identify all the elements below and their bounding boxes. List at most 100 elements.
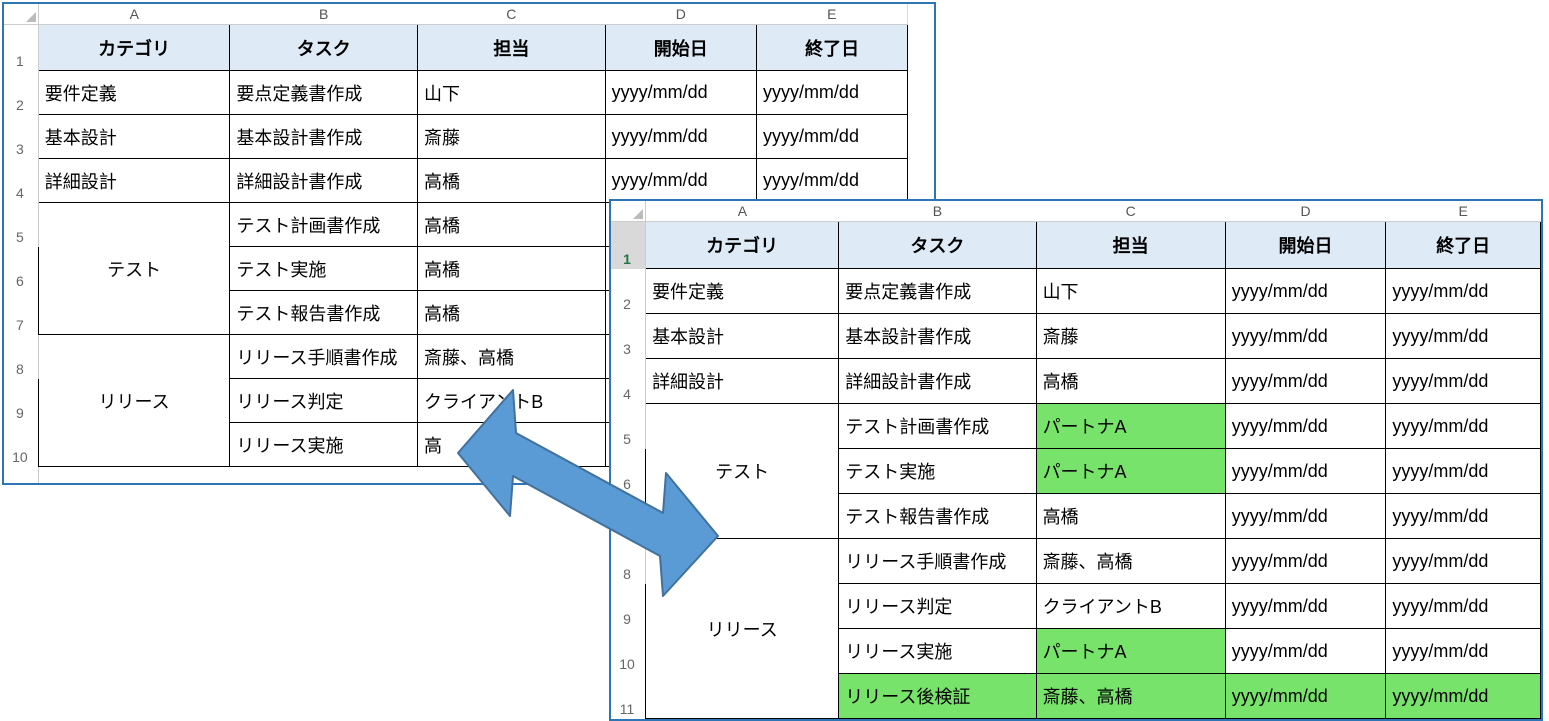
cell-assignee[interactable]: 山下 <box>1036 269 1225 314</box>
cell-task[interactable]: テスト計画書作成 <box>839 404 1036 449</box>
cell-end[interactable]: yyyy/mm/dd <box>1386 584 1541 629</box>
cell-task[interactable]: リリース実施 <box>839 629 1036 674</box>
cell-task[interactable]: テスト計画書作成 <box>230 203 418 247</box>
cell-assignee[interactable]: クライアントB <box>1036 584 1225 629</box>
header-start[interactable]: 開始日 <box>605 25 756 71</box>
cell-end[interactable]: yyyy/mm/dd <box>1386 404 1541 449</box>
cell-assignee[interactable]: パートナA <box>1036 404 1225 449</box>
col-header-C[interactable]: C <box>1036 201 1225 222</box>
row-header[interactable]: 4 <box>4 159 38 203</box>
cell-end[interactable]: yyyy/mm/dd <box>756 115 907 159</box>
cell-assignee[interactable]: 山下 <box>418 71 606 115</box>
row-header[interactable]: 10 <box>4 423 38 467</box>
select-all-corner[interactable] <box>611 201 646 222</box>
cell-assignee[interactable]: 高橋 <box>418 291 606 335</box>
cell-end[interactable]: yyyy/mm/dd <box>1386 359 1541 404</box>
row-header[interactable]: 10 <box>611 629 646 674</box>
col-header-C[interactable]: C <box>418 4 606 25</box>
row-header[interactable]: 7 <box>4 291 38 335</box>
cell-start[interactable]: yyyy/mm/dd <box>1225 404 1386 449</box>
col-header-D[interactable]: D <box>1225 201 1386 222</box>
cell-end[interactable]: yyyy/mm/dd <box>1386 449 1541 494</box>
cell-assignee[interactable]: 斎藤、高橋 <box>418 335 606 379</box>
cell-start[interactable]: yyyy/mm/dd <box>1225 674 1386 719</box>
cell-task[interactable]: リリース実施 <box>230 423 418 467</box>
cell-start[interactable]: yyyy/mm/dd <box>1225 539 1386 584</box>
row-header[interactable]: 6 <box>4 247 38 291</box>
cell-start[interactable]: yyyy/mm/dd <box>1225 269 1386 314</box>
cell-task[interactable]: 要点定義書作成 <box>839 269 1036 314</box>
cell-task[interactable]: リリース判定 <box>839 584 1036 629</box>
header-assignee[interactable]: 担当 <box>1036 222 1225 269</box>
cell-end[interactable]: yyyy/mm/dd <box>1386 269 1541 314</box>
select-all-corner[interactable] <box>4 4 38 25</box>
row-header[interactable]: 1 <box>4 25 38 71</box>
cell-start[interactable]: yyyy/mm/dd <box>1225 629 1386 674</box>
header-category[interactable]: カテゴリ <box>38 25 230 71</box>
cell-end[interactable]: yyyy/mm/dd <box>1386 314 1541 359</box>
cell-task[interactable]: 詳細設計書作成 <box>230 159 418 203</box>
cell-task[interactable]: テスト実施 <box>230 247 418 291</box>
row-header[interactable]: 3 <box>4 115 38 159</box>
header-task[interactable]: タスク <box>839 222 1036 269</box>
col-header-E[interactable]: E <box>1386 201 1541 222</box>
cell-assignee[interactable]: 斎藤 <box>1036 314 1225 359</box>
cell-task[interactable]: リリース手順書作成 <box>839 539 1036 584</box>
cell-assignee[interactable]: パートナA <box>1036 629 1225 674</box>
cell-assignee[interactable]: クライアントB <box>418 379 606 423</box>
cell-category[interactable]: リリース <box>38 335 230 467</box>
cell-assignee[interactable]: 高橋 <box>418 247 606 291</box>
cell-end[interactable]: yyyy/mm/dd <box>756 71 907 115</box>
cell-category[interactable]: 要件定義 <box>38 71 230 115</box>
cell-task[interactable]: 基本設計書作成 <box>230 115 418 159</box>
cell-category[interactable]: テスト <box>646 404 839 539</box>
header-end[interactable]: 終了日 <box>1386 222 1541 269</box>
cell-start[interactable]: yyyy/mm/dd <box>1225 359 1386 404</box>
cell-task[interactable]: テスト報告書作成 <box>230 291 418 335</box>
cell-start[interactable]: yyyy/mm/dd <box>605 71 756 115</box>
row-header[interactable]: 7 <box>611 494 646 539</box>
cell-assignee[interactable]: 高橋 <box>1036 359 1225 404</box>
cell-end[interactable]: yyyy/mm/dd <box>1386 539 1541 584</box>
cell-assignee[interactable]: 高橋 <box>418 203 606 247</box>
row-header[interactable]: 6 <box>611 449 646 494</box>
cell-start[interactable]: yyyy/mm/dd <box>605 159 756 203</box>
cell-task[interactable]: テスト実施 <box>839 449 1036 494</box>
row-header[interactable]: 5 <box>611 404 646 449</box>
cell-assignee[interactable]: 斎藤、高橋 <box>1036 674 1225 719</box>
cell-assignee[interactable]: 高橋 <box>1036 494 1225 539</box>
cell-end[interactable]: yyyy/mm/dd <box>756 159 907 203</box>
cell-end[interactable]: yyyy/mm/dd <box>1386 674 1541 719</box>
header-end[interactable]: 終了日 <box>756 25 907 71</box>
cell-end[interactable]: yyyy/mm/dd <box>1386 629 1541 674</box>
row-header[interactable]: 8 <box>4 335 38 379</box>
cell-start[interactable]: yyyy/mm/dd <box>1225 314 1386 359</box>
col-header-E[interactable]: E <box>756 4 907 25</box>
cell-assignee[interactable]: パートナA <box>1036 449 1225 494</box>
cell-task[interactable]: 基本設計書作成 <box>839 314 1036 359</box>
cell-assignee[interactable]: 高橋 <box>418 159 606 203</box>
cell-category[interactable]: 要件定義 <box>646 269 839 314</box>
row-header[interactable]: 8 <box>611 539 646 584</box>
cell-category[interactable]: 基本設計 <box>38 115 230 159</box>
row-header[interactable]: 2 <box>4 71 38 115</box>
cell-task[interactable]: 要点定義書作成 <box>230 71 418 115</box>
cell-task[interactable]: リリース判定 <box>230 379 418 423</box>
header-task[interactable]: タスク <box>230 25 418 71</box>
cell-category[interactable]: リリース <box>646 539 839 719</box>
col-header-B[interactable]: B <box>839 201 1036 222</box>
cell-assignee[interactable]: 斎藤、高橋 <box>1036 539 1225 584</box>
header-start[interactable]: 開始日 <box>1225 222 1386 269</box>
row-header[interactable]: 9 <box>611 584 646 629</box>
col-header-D[interactable]: D <box>605 4 756 25</box>
cell-start[interactable]: yyyy/mm/dd <box>1225 449 1386 494</box>
cell-end[interactable]: yyyy/mm/dd <box>1386 494 1541 539</box>
col-header-B[interactable]: B <box>230 4 418 25</box>
cell-task[interactable]: リリース後検証 <box>839 674 1036 719</box>
row-header[interactable]: 1 <box>611 222 646 269</box>
cell-start[interactable]: yyyy/mm/dd <box>605 115 756 159</box>
cell-task[interactable]: テスト報告書作成 <box>839 494 1036 539</box>
cell-category[interactable]: 詳細設計 <box>38 159 230 203</box>
row-header[interactable]: 2 <box>611 269 646 314</box>
cell-task[interactable]: リリース手順書作成 <box>230 335 418 379</box>
